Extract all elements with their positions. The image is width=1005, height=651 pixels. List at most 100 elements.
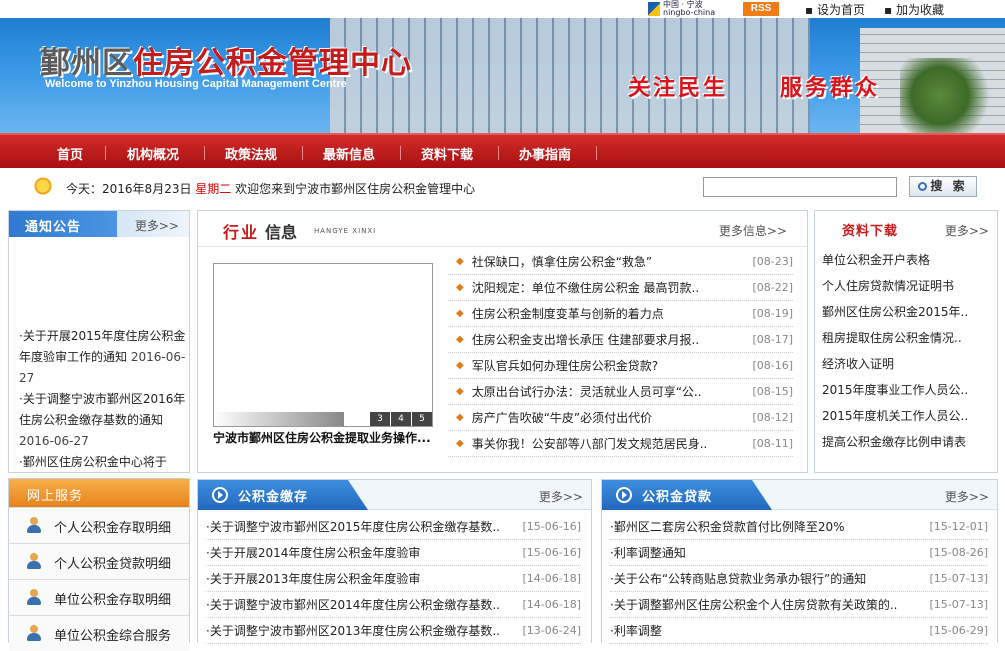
list-item[interactable]: 2015年度事业工作人员公.. [822,377,997,403]
deposit-list: ·关于调整宁波市鄞州区2015年度住房公积金缴存基数.. [15-06-16] ·… [206,514,581,644]
list-item[interactable]: 鄞州区住房公积金2015年.. [822,299,997,325]
list-item[interactable]: 经济收入证明 [822,351,997,377]
set-home-link[interactable]: ▪ 设为首页 [805,1,865,18]
deposit-title: 公积金缴存 [238,490,309,505]
list-item[interactable]: ·关于开展2013年度住房公积金年度验审 [14-06-18] [206,566,581,592]
list-item[interactable]: ·关于公布“公转商贴息贷款业务承办银行”的通知 [15-07-13] [610,566,988,592]
notice-item-text: ·鄞州区住房公积金中心将于 [19,455,167,469]
slide-number-button[interactable]: 4 [391,412,411,426]
list-item[interactable]: ◆ 事关你我！公安部等八部门发文规范居民身.. [08-11] [448,431,793,457]
list-item[interactable]: ◆ 住房公积金制度变革与创新的着力点 [08-19] [448,301,793,327]
news-date: [08-19] [752,307,793,320]
list-item[interactable]: ◆ 军队官兵如何办理住房公积金贷款? [08-16] [448,353,793,379]
item-title: ·关于开展2013年度住房公积金年度验审 [206,572,421,586]
ningbo-logo-icon [648,2,660,16]
item-title: ·利率调整 [610,624,662,638]
item-title: ·鄞州区二套房公积金贷款首付比例降至20% [610,520,845,534]
person-icon [26,553,42,570]
news-date: [08-11] [752,437,793,450]
search-button[interactable]: 搜 索 [909,176,977,197]
list-item[interactable]: ·关于调整宁波市鄞州区2014年度住房公积金缴存基数.. [14-06-18] [206,592,581,618]
list-item[interactable]: ·关于调整宁波市鄞州区2015年度住房公积金缴存基数.. [15-06-16] [206,514,581,540]
list-item[interactable]: ·鄞州区二套房公积金贷款首付比例降至20% [15-12-01] [610,514,988,540]
bullet-icon: ◆ [456,256,464,267]
sun-icon [33,176,53,196]
slideshow-pager: 3 4 5 [370,412,432,426]
nav-policy[interactable]: 政策法规 [225,144,277,163]
list-item[interactable]: ◆ 太原出台试行办法：灵活就业人员可享“公.. [08-15] [448,379,793,405]
nav-downloads[interactable]: 资料下载 [421,144,473,163]
item-date: [14-06-18] [522,572,581,585]
item-title: ·关于公布“公转商贴息贷款业务承办银行”的通知 [610,572,867,586]
item-date: [15-12-01] [929,520,988,533]
news-title: 军队官兵如何办理住房公积金贷款? [471,359,659,373]
add-favorite-link[interactable]: ▪ 加为收藏 [884,1,944,18]
slogan-right: 服务群众 [780,76,881,101]
item-title: ·关于开展2014年度住房公积金年度验审 [206,546,421,560]
bullet-icon: ◆ [456,308,464,319]
news-title: 沈阳规定：单位不缴住房公积金 最高罚款.. [471,281,700,295]
weekday: 星期二 [195,182,232,196]
list-item[interactable]: 2015年度机关工作人员公.. [822,403,997,429]
list-item[interactable]: ◆ 社保缺口，慎拿住房公积金“救急” [08-23] [448,249,793,275]
list-item[interactable]: ·关于开展2014年度住房公积金年度验审 [15-06-16] [206,540,581,566]
list-item[interactable]: 租房提取住房公积金情况.. [822,325,997,351]
service-label: 单位公积金存取明细 [54,593,172,608]
service-personal-loan[interactable]: 个人公积金贷款明细 [9,543,189,579]
notice-item-text: ·关于调整宁波市鄞州区2016年住房公积金缴存基数的通知 [19,392,186,427]
list-item[interactable]: 个人住房贷款情况证明书 [822,273,997,299]
list-item[interactable]: ◆ 房产广告吹破“牛皮”必须付出代价 [08-12] [448,405,793,431]
nav-home[interactable]: 首页 [57,144,83,163]
rss-button[interactable]: RSS [743,2,779,16]
ningbo-china-logo[interactable]: 中国 · 宁波 ningbo-china [648,1,718,17]
search-input[interactable] [703,177,897,197]
tree-image [900,58,1000,133]
nav-divider [105,146,106,160]
list-item[interactable]: ·关于开展2015年度住房公积金年度验审工作的通知 2016-06-27 [19,326,187,389]
loan-panel: 公积金贷款 更多>> ·鄞州区二套房公积金贷款首付比例降至20% [15-12-0… [601,479,998,644]
news-title: 房产广告吹破“牛皮”必须付出代价 [471,411,653,425]
list-item[interactable]: ·利率调整通知 [15-08-26] [610,540,988,566]
service-unit-deposit[interactable]: 单位公积金存取明细 [9,579,189,615]
news-title: 住房公积金支出增长承压 住建部要求月报.. [471,333,700,347]
list-item[interactable]: ·鄞州区住房公积金中心将于 [19,452,187,473]
slogan-left: 关注民生 [628,76,729,101]
nav-about[interactable]: 机构概况 [127,144,179,163]
bullet-icon: ◆ [456,386,464,397]
industry-title-dark: 信息 [265,223,298,242]
loan-more-link[interactable]: 更多>> [945,488,989,505]
nav-divider [302,146,303,160]
list-item[interactable]: ·关于调整宁波市鄞州区2016年住房公积金缴存基数的通知 2016-06-27 [19,389,187,452]
notice-more-link[interactable]: 更多>> [135,217,179,234]
news-date: [08-12] [752,411,793,424]
deposit-panel: 公积金缴存 更多>> ·关于调整宁波市鄞州区2015年度住房公积金缴存基数.. [… [197,479,592,644]
nav-divider [400,146,401,160]
notice-list: ·关于开展2015年度住房公积金年度验审工作的通知 2016-06-27 ·关于… [19,326,187,473]
nav-divider [596,146,597,160]
list-item[interactable]: ·关于调整宁波市鄞州区2013年度住房公积金缴存基数.. [13-06-24] [206,618,581,644]
play-circle-icon [616,487,632,503]
downloads-more-link[interactable]: 更多>> [945,222,989,239]
slide-number-button[interactable]: 3 [370,412,390,426]
slide-caption[interactable]: 宁波市鄞州区住房公积金提取业务操作... [213,429,435,446]
list-item[interactable]: ·利率调整 [15-06-29] [610,618,988,644]
notice-panel: 通知公告 更多>> ·关于开展2015年度住房公积金年度验审工作的通知 2016… [8,210,190,473]
news-date: [08-23] [752,255,793,268]
service-unit-general[interactable]: 单位公积金综合服务 [9,615,189,651]
list-item[interactable]: ◆ 沈阳规定：单位不缴住房公积金 最高罚款.. [08-22] [448,275,793,301]
nav-latest[interactable]: 最新信息 [323,144,375,163]
bullet-icon: ◆ [456,334,464,345]
service-personal-deposit[interactable]: 个人公积金存取明细 [9,507,189,543]
online-service-panel: 网上服务 个人公积金存取明细 个人公积金贷款明细 单位公积金存取明细 单位公积金… [8,478,190,651]
deposit-more-link[interactable]: 更多>> [539,488,583,505]
list-item[interactable]: 单位公积金开户表格 [822,247,997,273]
list-item[interactable]: ·关于调整鄞州区住房公积金个人住房贷款有关政策的.. [15-07-13] [610,592,988,618]
nav-guide[interactable]: 办事指南 [519,144,571,163]
logo-line2: ningbo-china [663,8,716,17]
slide-number-button[interactable]: 5 [412,412,432,426]
list-item[interactable]: ◆ 住房公积金支出增长承压 住建部要求月报.. [08-17] [448,327,793,353]
industry-more-link[interactable]: 更多信息>> [719,222,787,239]
list-item[interactable]: 提高公积金缴存比例申请表 [822,429,997,455]
header-banner: 鄞州区住房公积金管理中心 Welcome to Yinzhou Housing … [0,18,1005,133]
image-slideshow[interactable]: 3 4 5 [213,263,433,427]
